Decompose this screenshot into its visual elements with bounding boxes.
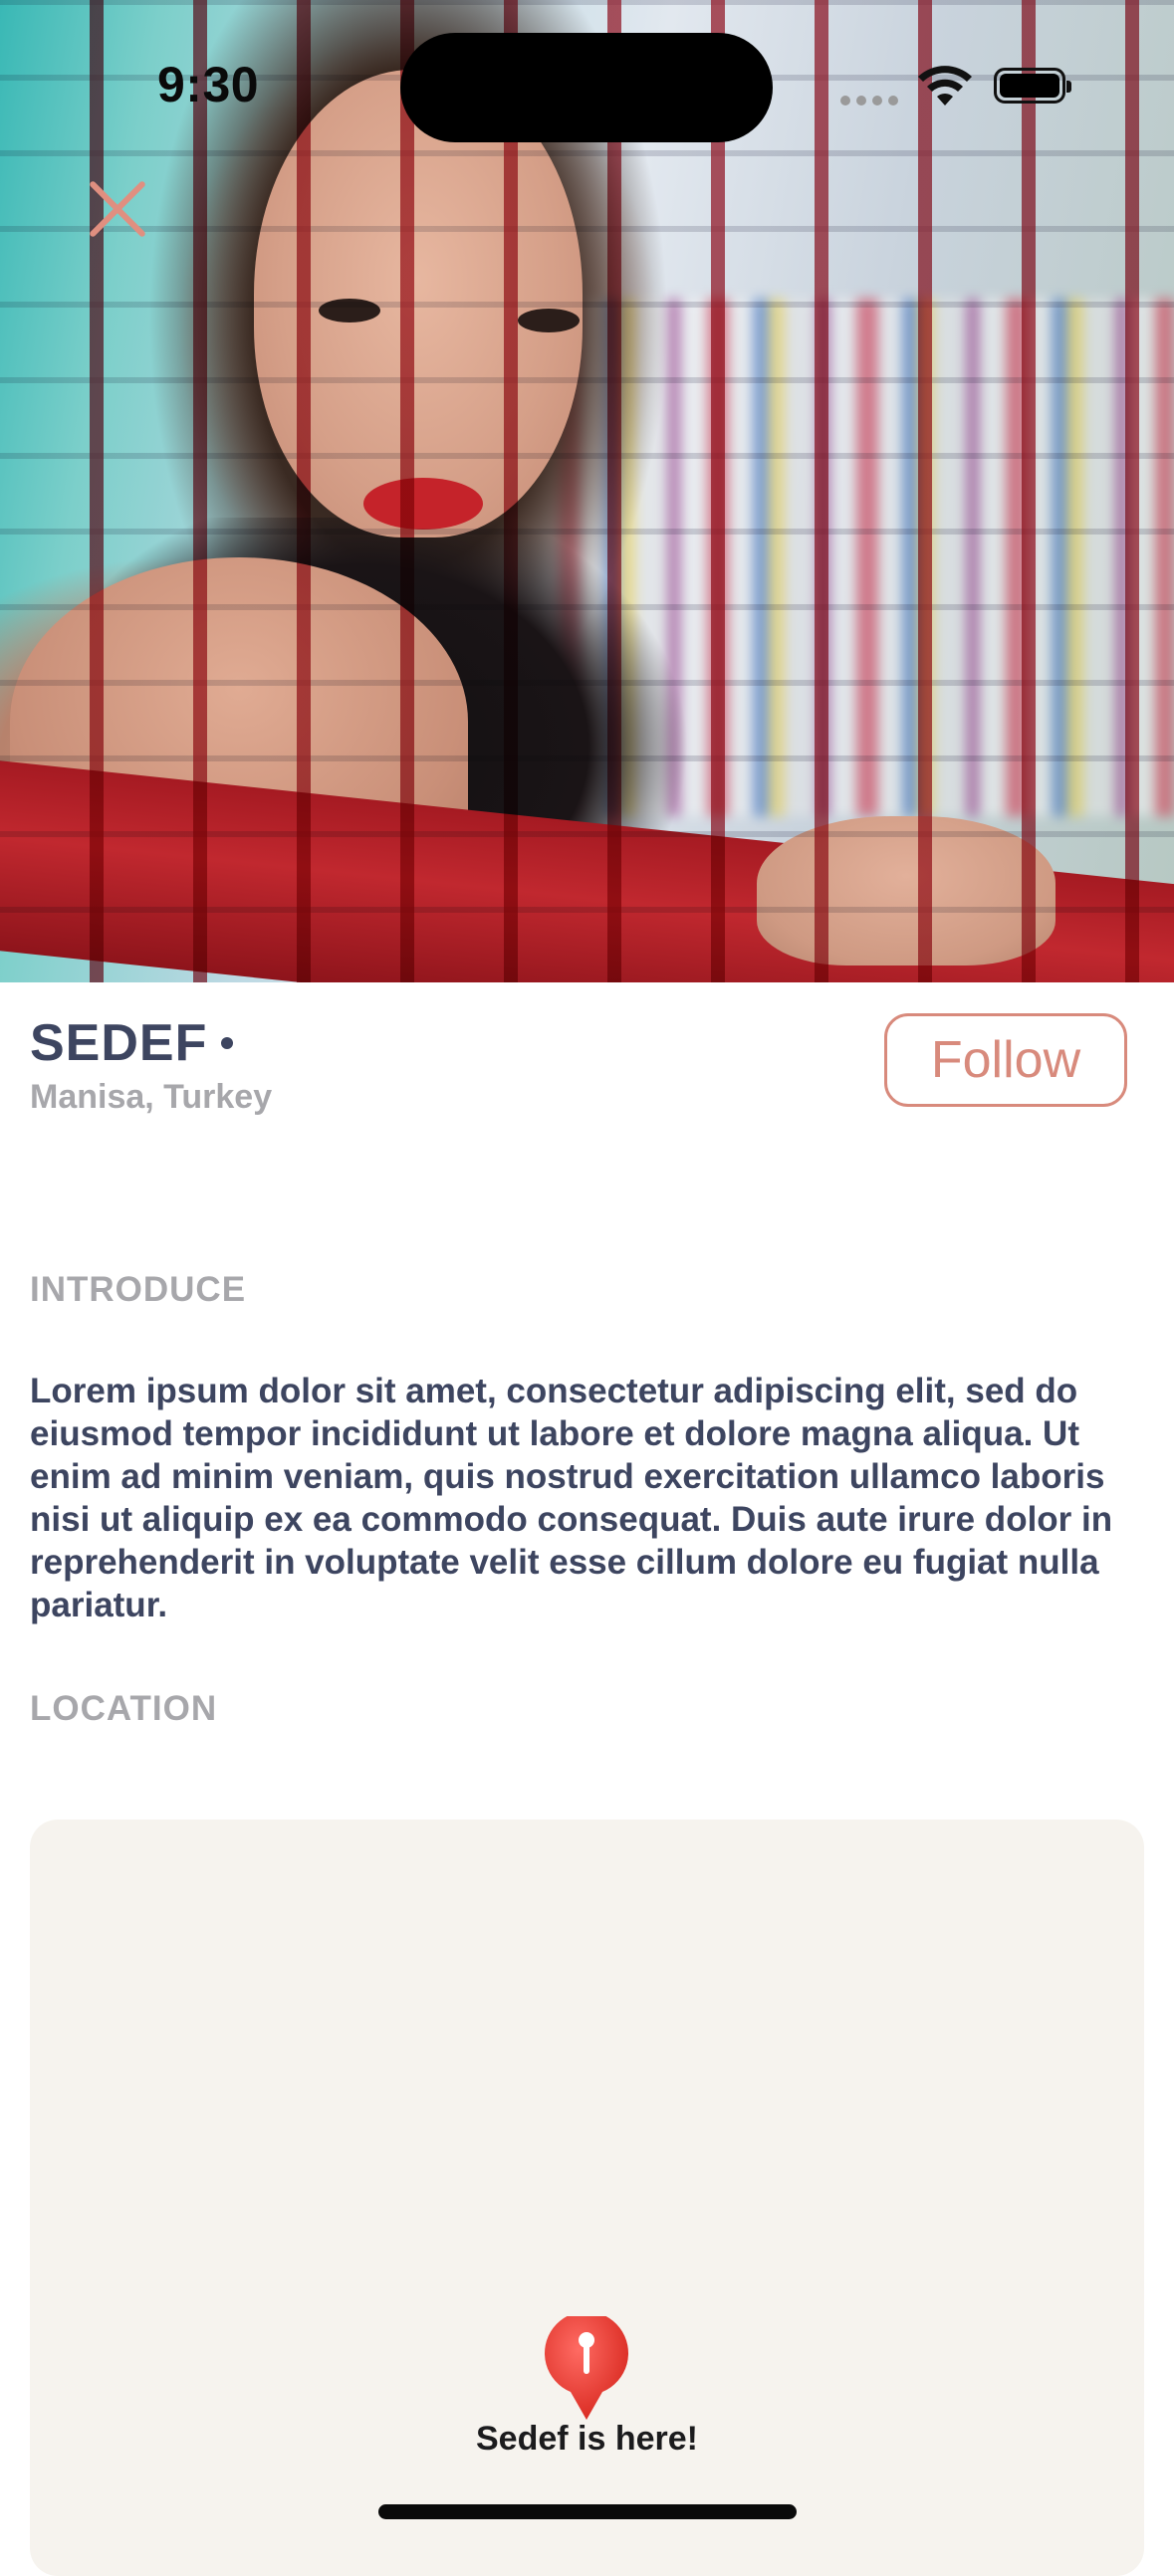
photo-fence-bars	[0, 0, 1174, 982]
profile-name: SEDEF	[30, 1014, 208, 1072]
wifi-icon	[918, 66, 972, 106]
profile-photo	[0, 0, 1174, 982]
dynamic-island	[400, 33, 773, 142]
cellular-signal-icon	[840, 96, 898, 106]
status-time: 9:30	[157, 57, 260, 112]
follow-button[interactable]: Follow	[884, 1013, 1127, 1107]
close-icon[interactable]	[84, 175, 151, 243]
introduce-heading: INTRODUCE	[30, 1270, 247, 1309]
location-map[interactable]: Sedef is here!	[30, 1820, 1144, 2576]
map-pin-icon[interactable]	[543, 2316, 630, 2426]
profile-name-row: SEDEF	[30, 1013, 234, 1073]
home-indicator[interactable]	[378, 2504, 797, 2519]
map-pin-label: Sedef is here!	[476, 2420, 698, 2458]
online-status-dot	[221, 1037, 234, 1049]
introduce-text: Lorem ipsum dolor sit amet, consectetur …	[30, 1372, 1113, 1624]
battery-icon	[994, 68, 1071, 104]
location-heading: LOCATION	[30, 1689, 218, 1728]
profile-location: Manisa, Turkey	[30, 1078, 273, 1116]
